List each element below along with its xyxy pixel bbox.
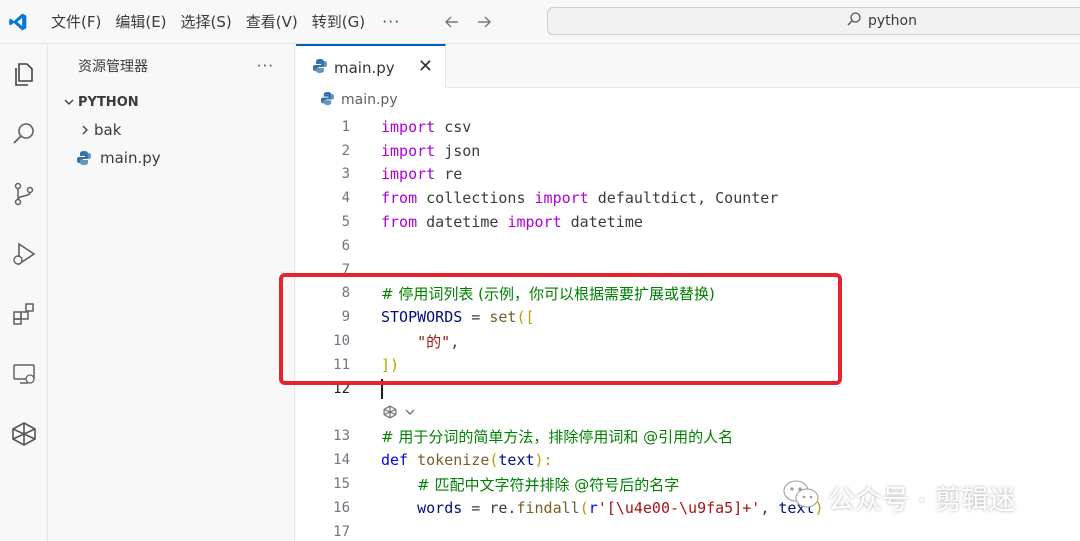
tab-bar: main.py ✕: [296, 44, 1080, 89]
code-token: import: [507, 213, 562, 232]
wechat-icon: [782, 478, 820, 517]
line-number: 6: [341, 237, 350, 254]
code-token: datetime: [561, 213, 643, 232]
code-line: 2 import json: [296, 139, 1080, 163]
line-number: 13: [333, 428, 350, 445]
code-token: words: [417, 498, 463, 517]
code-token: r: [588, 498, 598, 517]
menu-more-button[interactable]: ···: [372, 12, 410, 31]
menu-edit[interactable]: 编辑(E): [108, 8, 173, 36]
highlight-annotation-box: [279, 273, 842, 385]
code-token: collections: [417, 189, 535, 208]
code-line: 6: [296, 234, 1080, 258]
extensions-icon[interactable]: [0, 284, 48, 344]
command-center-text: python: [868, 13, 917, 29]
code-string: '[\u4e00-\u9fa5]+': [597, 498, 761, 517]
menu-go[interactable]: 转到(G): [305, 8, 372, 36]
watermark-text: 公众号 · 剪辑迷: [828, 485, 1016, 516]
forward-arrow-icon[interactable]: [468, 8, 500, 36]
code-line: 13 # 用于分词的简单方法，排除停用词和 @引用的人名: [296, 425, 1080, 449]
menu-bar: 文件(F) 编辑(E) 选择(S) 查看(V) 转到(G) ···: [44, 8, 410, 36]
vscode-logo-icon: [0, 0, 36, 44]
code-token: json: [435, 141, 481, 160]
line-number: 3: [341, 166, 350, 183]
code-token: (: [579, 498, 589, 517]
explorer-sidebar: 资源管理器 ··· PYTHON bak main.py: [48, 44, 295, 541]
run-debug-icon[interactable]: [0, 224, 48, 284]
chevron-down-icon: [60, 96, 78, 108]
remote-explorer-icon[interactable]: [0, 344, 48, 404]
tree-item-bak[interactable]: bak: [48, 116, 294, 144]
code-token: tokenize: [417, 451, 490, 470]
line-number: 15: [333, 476, 350, 493]
code-line: 14 def tokenize(text):: [296, 448, 1080, 472]
menu-view[interactable]: 查看(V): [239, 8, 305, 36]
search-icon: [846, 11, 862, 31]
tree-item-label: main.py: [100, 149, 161, 167]
sidebar-header: 资源管理器 ···: [48, 44, 294, 88]
search-view-icon[interactable]: [0, 104, 48, 164]
breadcrumb: main.py: [296, 88, 1080, 112]
code-token: re: [435, 165, 463, 184]
code-token: datetime: [417, 213, 508, 232]
source-control-icon[interactable]: [0, 164, 48, 224]
code-token: = re.: [462, 498, 517, 517]
code-token: import: [381, 165, 436, 184]
back-arrow-icon[interactable]: [436, 8, 468, 36]
line-number: 2: [341, 142, 350, 159]
code-line: 3 import re: [296, 163, 1080, 187]
ai-assistant-icon[interactable]: [0, 404, 48, 464]
tab-label: main.py: [334, 58, 395, 77]
code-line: 4 from collections import defaultdict, C…: [296, 186, 1080, 210]
line-number: 5: [341, 214, 350, 231]
close-icon[interactable]: ✕: [418, 56, 433, 77]
line-number: 14: [333, 452, 350, 469]
code-token: defaultdict, Counter: [588, 189, 779, 208]
code-token: ,: [760, 498, 779, 517]
python-file-icon: [76, 150, 92, 166]
inline-ai-hint[interactable]: [296, 401, 1080, 425]
sidebar-more-button[interactable]: ···: [257, 57, 274, 75]
tab-main-py[interactable]: main.py ✕: [296, 44, 446, 89]
code-line: 1 import csv: [296, 115, 1080, 139]
line-number: 1: [341, 118, 350, 135]
code-token: findall: [516, 498, 580, 517]
python-file-icon: [320, 91, 335, 110]
line-number: 17: [333, 523, 350, 540]
ai-assistant-icon: [382, 404, 398, 424]
line-number: 4: [341, 190, 350, 207]
code-comment: # 用于分词的简单方法，排除停用词和 @引用的人名: [381, 427, 734, 446]
code-line: 5 from datetime import datetime: [296, 210, 1080, 234]
code-token: import: [381, 117, 436, 136]
explorer-icon[interactable]: [0, 44, 48, 104]
sidebar-title: 资源管理器: [78, 59, 148, 75]
tree-item-main-py[interactable]: main.py: [48, 144, 294, 172]
watermark: 公众号 · 剪辑迷: [782, 478, 1016, 517]
python-file-icon: [312, 58, 328, 78]
command-center-search[interactable]: python: [547, 7, 1080, 35]
line-number: 16: [333, 499, 350, 516]
tree-item-label: bak: [94, 121, 122, 139]
breadcrumb-item[interactable]: main.py: [341, 92, 398, 108]
navigation-arrows: [436, 8, 500, 36]
workspace-folder-label: PYTHON: [78, 94, 139, 110]
code-token: ):: [534, 451, 553, 470]
code-token: csv: [435, 117, 472, 136]
chevron-down-icon: [404, 406, 416, 422]
code-token: text: [498, 451, 535, 470]
code-line: 17: [296, 520, 1080, 541]
activity-bar: [0, 44, 48, 541]
workspace-folder[interactable]: PYTHON: [48, 88, 294, 116]
title-bar: 文件(F) 编辑(E) 选择(S) 查看(V) 转到(G) ··· python: [0, 0, 1080, 44]
code-comment: # 匹配中文字符并排除 @符号后的名字: [417, 475, 680, 494]
code-token: def: [381, 451, 409, 470]
menu-file[interactable]: 文件(F): [44, 8, 108, 36]
code-token: import: [534, 189, 589, 208]
code-token: from: [381, 213, 418, 232]
chevron-right-icon: [76, 124, 94, 136]
code-token: from: [381, 189, 418, 208]
code-token: import: [381, 141, 436, 160]
menu-selection[interactable]: 选择(S): [174, 8, 239, 36]
